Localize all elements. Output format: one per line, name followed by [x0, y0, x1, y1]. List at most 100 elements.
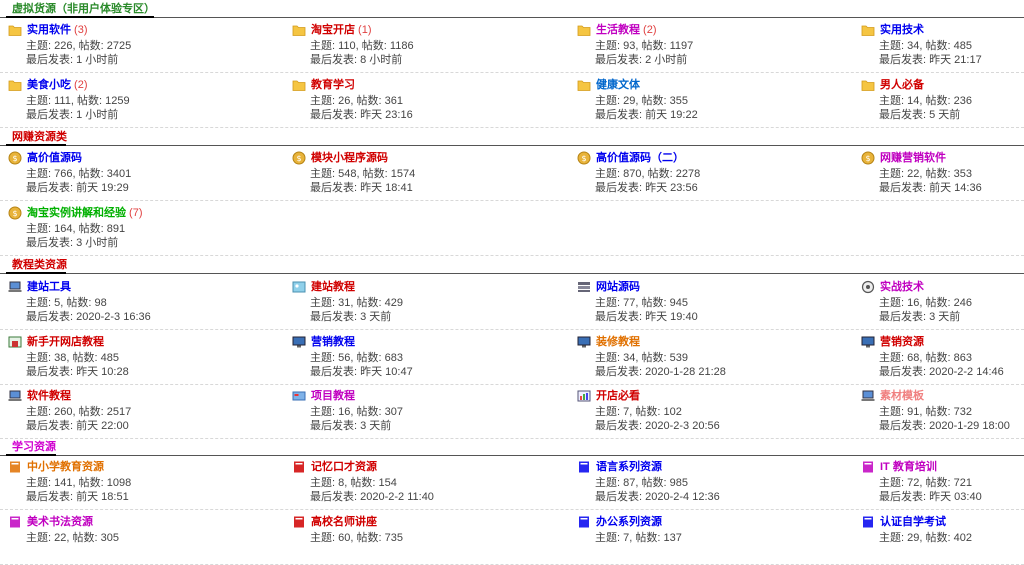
forum-row: 建站工具 主题: 5, 帖数: 98 最后发表: 2020-2-3 16:36 建站教…	[0, 277, 1024, 330]
forum-title-link[interactable]: 淘宝实例讲解和经验 (7)	[27, 205, 143, 221]
forum-title-link[interactable]: 实用技术	[880, 22, 924, 38]
forum-last-post: 最后发表: 前天 19:22	[595, 108, 698, 122]
last-post-time[interactable]: 5 天前	[929, 109, 960, 121]
last-post-time[interactable]: 前天 19:29	[76, 182, 129, 194]
last-post-time[interactable]: 1 小时前	[76, 109, 118, 121]
topics-label: 主题:	[310, 168, 339, 180]
last-post-time[interactable]: 昨天 03:40	[929, 491, 982, 503]
topics-label: 主题:	[879, 352, 908, 364]
forum-last-post: 最后发表: 3 天前	[310, 310, 391, 324]
last-post-label: 最后发表:	[26, 237, 77, 249]
last-post-time[interactable]: 3 天前	[360, 420, 391, 432]
last-post-time[interactable]: 前天 18:51	[76, 491, 129, 503]
section-divider-accent	[6, 16, 154, 18]
section-divider	[0, 273, 1024, 274]
forum-title-link[interactable]: 素材模板	[880, 388, 924, 404]
forum-last-post: 最后发表: 2020-2-2 11:40	[310, 490, 434, 504]
laptop-icon	[861, 389, 875, 403]
forum-title-link[interactable]: 办公系列资源	[596, 514, 662, 530]
last-post-time[interactable]: 昨天 23:16	[360, 109, 413, 121]
forum-title-link[interactable]: 模块小程序源码	[311, 150, 388, 166]
forum-last-post: 最后发表: 2020-2-4 12:36	[595, 490, 720, 504]
topics-count: 260	[54, 406, 73, 418]
section-title: 网赚资源类	[12, 131, 67, 143]
section-divider	[0, 145, 1024, 146]
last-post-time[interactable]: 昨天 10:47	[360, 366, 413, 378]
last-post-time[interactable]: 1 小时前	[76, 54, 118, 66]
last-post-time[interactable]: 昨天 19:40	[645, 311, 698, 323]
forum-title-link[interactable]: 网站源码	[596, 279, 640, 295]
forum-title-link[interactable]: 新手开网店教程	[27, 334, 104, 350]
forum-title-link[interactable]: 男人必备	[880, 77, 924, 93]
forum-title-link[interactable]: 网赚营销软件	[880, 150, 946, 166]
last-post-time[interactable]: 2020-2-2 11:40	[360, 491, 434, 503]
forum-stats: 主题: 16, 帖数: 246	[879, 296, 972, 310]
topics-label: 主题:	[26, 40, 55, 52]
last-post-label: 最后发表:	[26, 366, 77, 378]
last-post-time[interactable]: 2020-1-29 18:00	[929, 420, 1010, 432]
new-post-count: (1)	[355, 24, 372, 36]
forum-stats: 主题: 16, 帖数: 307	[310, 405, 403, 419]
forum-stats: 主题: 56, 帖数: 683	[310, 351, 403, 365]
last-post-time[interactable]: 2020-2-3 16:36	[76, 311, 151, 323]
forum-cell: 软件教程 主题: 260, 帖数: 2517 最后发表: 前天 22:00	[8, 386, 258, 438]
forum-title-link[interactable]: IT 教育培训	[880, 459, 937, 475]
forum-title-link[interactable]: 美食小吃 (2)	[27, 77, 88, 93]
topics-label: 主题:	[26, 477, 55, 489]
forum-title-link[interactable]: 实战技术	[880, 279, 924, 295]
forum-title-link[interactable]: 高价值源码	[27, 150, 82, 166]
forum-title-link[interactable]: 教育学习	[311, 77, 355, 93]
last-post-time[interactable]: 8 小时前	[360, 54, 402, 66]
section-divider-accent	[6, 454, 56, 456]
last-post-time[interactable]: 前天 14:36	[929, 182, 982, 194]
forum-title-link[interactable]: 记忆口才资源	[311, 459, 377, 475]
topics-count: 164	[54, 223, 73, 235]
forum-title-link[interactable]: 营销资源	[880, 334, 924, 350]
forum-title-link[interactable]: 高价值源码（二）	[596, 150, 684, 166]
last-post-time[interactable]: 3 小时前	[76, 237, 118, 249]
last-post-time[interactable]: 2020-2-4 12:36	[645, 491, 720, 503]
last-post-time[interactable]: 3 天前	[929, 311, 960, 323]
last-post-time[interactable]: 昨天 23:56	[645, 182, 698, 194]
forum-stats: 主题: 72, 帖数: 721	[879, 476, 972, 490]
forum-last-post: 最后发表: 2020-1-29 18:00	[879, 419, 1010, 433]
forum-title-link[interactable]: 语言系列资源	[596, 459, 662, 475]
forum-name: 软件教程	[27, 390, 71, 402]
posts-label: 帖数:	[925, 168, 954, 180]
forum-title-link[interactable]: 项目教程	[311, 388, 355, 404]
forum-cell: 美食小吃 (2) 主题: 111, 帖数: 1259 最后发表: 1 小时前	[8, 75, 258, 127]
forum-title-link[interactable]: 建站工具	[27, 279, 71, 295]
last-post-time[interactable]: 3 天前	[360, 311, 391, 323]
forum-title-link[interactable]: 淘宝开店 (1)	[311, 22, 372, 38]
last-post-time[interactable]: 前天 22:00	[76, 420, 129, 432]
forum-title-link[interactable]: 美术书法资源	[27, 514, 93, 530]
forum-title-link[interactable]: 生活教程 (2)	[596, 22, 657, 38]
last-post-time[interactable]: 2 小时前	[645, 54, 687, 66]
forum-title-link[interactable]: 营销教程	[311, 334, 355, 350]
last-post-time[interactable]: 2020-2-3 20:56	[645, 420, 720, 432]
forum-title-link[interactable]: 开店必看	[596, 388, 640, 404]
forum-title-link[interactable]: 实用软件 (3)	[27, 22, 88, 38]
forum-last-post: 最后发表: 2 小时前	[595, 53, 687, 67]
posts-label: 帖数:	[356, 297, 385, 309]
forum-title-link[interactable]: 中小学教育资源	[27, 459, 104, 475]
forum-title-link[interactable]: 高校名师讲座	[311, 514, 377, 530]
card-icon	[292, 389, 306, 403]
forum-title-link[interactable]: 建站教程	[311, 279, 355, 295]
forum-title-link[interactable]: 装修教程	[596, 334, 640, 350]
last-post-time[interactable]: 前天 19:22	[645, 109, 698, 121]
forum-cell: 语言系列资源 主题: 87, 帖数: 985 最后发表: 2020-2-4 12:3…	[577, 457, 827, 509]
forum-title-link[interactable]: 软件教程	[27, 388, 71, 404]
forum-title-link[interactable]: 健康文体	[596, 77, 640, 93]
last-post-time[interactable]: 2020-2-2 14:46	[929, 366, 1004, 378]
last-post-time[interactable]: 昨天 21:17	[929, 54, 982, 66]
last-post-time[interactable]: 昨天 10:28	[76, 366, 129, 378]
last-post-time[interactable]: 2020-1-28 21:28	[645, 366, 726, 378]
coin-icon: $	[292, 151, 306, 165]
last-post-time[interactable]: 昨天 18:41	[360, 182, 413, 194]
topics-count: 870	[623, 168, 642, 180]
posts-count: 945	[669, 297, 688, 309]
posts-count: 1259	[105, 95, 130, 107]
forum-title-link[interactable]: 认证自学考试	[880, 514, 946, 530]
book-icon	[292, 460, 306, 474]
